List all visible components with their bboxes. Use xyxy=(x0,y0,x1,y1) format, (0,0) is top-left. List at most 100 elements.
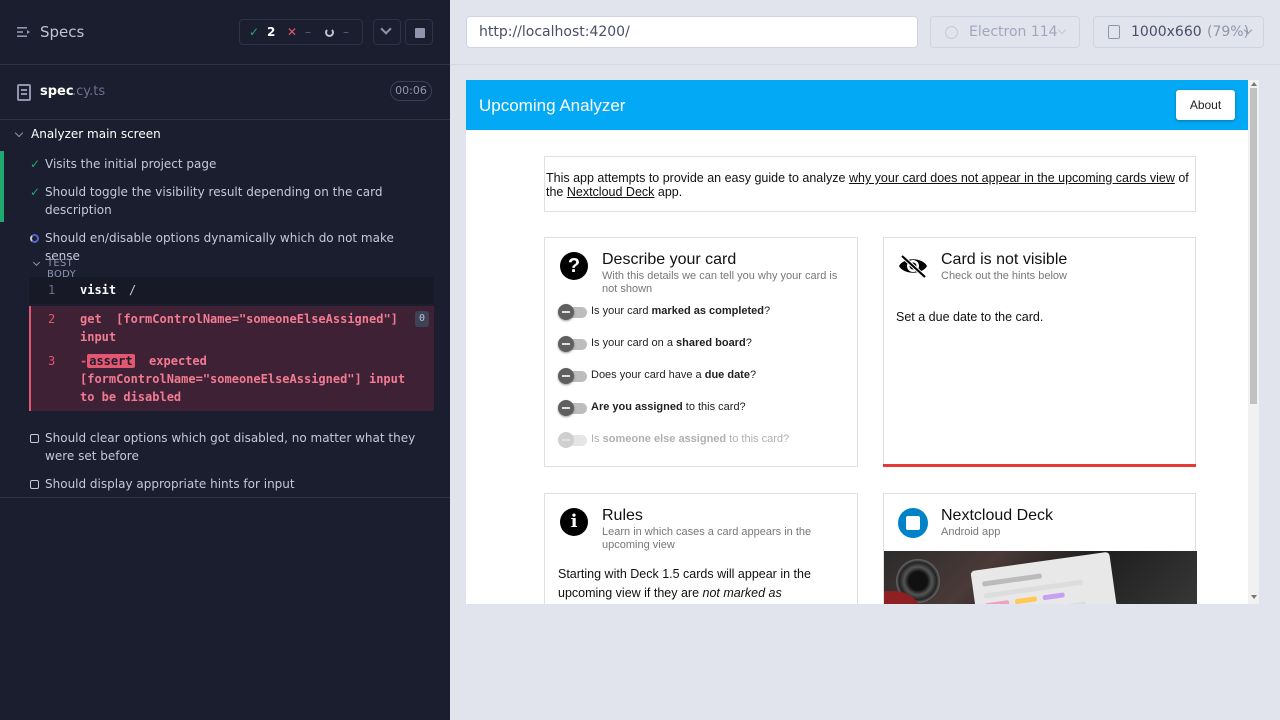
toggle-knob xyxy=(558,368,574,384)
test-title: Should display appropriate hints for inp… xyxy=(45,477,295,491)
url-bar[interactable]: http://localhost:4200/ xyxy=(466,16,918,48)
card-title: Card is not visible xyxy=(941,251,1068,268)
spec-header: spec .cy.ts 00:06 xyxy=(0,66,450,120)
command-number: 3 xyxy=(48,354,56,368)
command-number: 1 xyxy=(48,283,56,297)
failed-count: – xyxy=(305,25,311,39)
command-arg: [formControlName="someoneElseAssigned"] … xyxy=(80,312,398,344)
command-row-get[interactable]: get [formControlName="someoneElseAssigne… xyxy=(80,310,400,346)
test-title: Should clear options which got disabled,… xyxy=(45,431,416,463)
check-icon: ✓ xyxy=(30,157,41,171)
divider xyxy=(450,64,1280,65)
card-subtitle: Android app xyxy=(941,526,1001,538)
stop-button[interactable] xyxy=(405,19,433,45)
phone-image xyxy=(970,551,1122,604)
describe-card: ? Describe your card With this details w… xyxy=(544,237,858,467)
card-title: Describe your card xyxy=(602,251,737,268)
pending-count: – xyxy=(343,25,349,39)
question-icon: ? xyxy=(560,252,588,280)
spec-file-name[interactable]: spec xyxy=(40,84,74,99)
app-scrollbar[interactable] xyxy=(1248,80,1259,604)
chevron-down-icon xyxy=(1057,25,1067,35)
visibility-hint: Set a due date to the card. xyxy=(896,310,1044,324)
intro-text-pre: This app attempts to provide an easy gui… xyxy=(546,171,849,185)
app-toolbar: Upcoming Analyzer About xyxy=(466,80,1248,130)
spec-file-ext[interactable]: .cy.ts xyxy=(72,84,105,99)
toggle-knob xyxy=(558,336,574,352)
about-button[interactable]: About xyxy=(1176,90,1235,120)
assert-tag: assert xyxy=(87,354,135,368)
card-subtitle: With this details we can tell you why yo… xyxy=(602,270,838,295)
toggle-label: Does your card have a due date? xyxy=(591,369,757,381)
test-title: Should toggle the visibility result depe… xyxy=(45,185,383,217)
app-title: Upcoming Analyzer xyxy=(479,96,626,115)
toggle-label: Is your card on a shared board? xyxy=(591,337,752,349)
upcoming-view-link[interactable]: why your card does not appear in the upc… xyxy=(849,171,1175,185)
runner-panel: Specs ✓ 2 ✕ – – spec .cy.ts 00:06 Analyz… xyxy=(0,0,450,720)
scroll-up-icon[interactable] xyxy=(1251,82,1257,86)
deck-app-screenshot xyxy=(884,551,1197,604)
test-title: Should en/disable options dynamically wh… xyxy=(45,231,394,263)
check-icon: ✓ xyxy=(30,185,41,199)
toggle-knob xyxy=(558,304,574,320)
chevron-down-icon xyxy=(380,23,392,35)
pending-square-icon xyxy=(30,434,39,443)
specs-list-icon[interactable] xyxy=(16,24,32,40)
chevron-down-icon xyxy=(32,258,41,267)
card-title: Nextcloud Deck xyxy=(941,507,1054,524)
browser-selector[interactable]: Electron 114 xyxy=(930,16,1080,48)
toggle-knob xyxy=(558,432,574,448)
info-icon: i xyxy=(560,508,588,536)
intro-text-post: app. xyxy=(654,185,683,199)
running-spinner-icon xyxy=(30,234,39,243)
command-row-assert[interactable]: - assert expected [formControlName="someo… xyxy=(80,352,420,406)
app-frame: Upcoming Analyzer About This app attempt… xyxy=(466,80,1259,604)
failed-command-group: 2 get [formControlName="someoneElseAssig… xyxy=(29,306,434,411)
chevron-down-icon xyxy=(14,128,24,138)
command-arg: / xyxy=(129,283,137,297)
toggle-label: Is someone else assigned to this card? xyxy=(591,433,790,445)
scroll-down-icon[interactable] xyxy=(1251,595,1257,599)
passed-check-icon: ✓ xyxy=(249,25,260,39)
command-name: visit xyxy=(80,283,117,297)
passed-count: 2 xyxy=(267,25,276,39)
ruler-icon xyxy=(1108,25,1120,39)
test-stats: ✓ 2 ✕ – – xyxy=(239,19,363,45)
spec-duration: 00:06 xyxy=(390,81,432,101)
viewport-size: 1000x660 xyxy=(1131,24,1202,40)
scroll-thumb[interactable] xyxy=(1250,88,1257,404)
passed-indicator xyxy=(0,151,4,179)
test-title: Visits the initial project page xyxy=(45,157,217,171)
command-name: get xyxy=(80,312,102,326)
deck-card: Nextcloud Deck Android app xyxy=(883,493,1197,604)
eye-off-icon xyxy=(899,254,927,278)
document-icon xyxy=(17,84,31,101)
browser-label: Electron 114 xyxy=(969,24,1058,40)
specs-title[interactable]: Specs xyxy=(40,23,84,41)
stop-icon xyxy=(415,28,425,38)
runner-header: Specs ✓ 2 ✕ – – xyxy=(0,0,450,65)
element-count-badge: 0 xyxy=(415,311,429,327)
viewport-selector[interactable]: 1000x660 (79%) xyxy=(1093,16,1264,48)
pending-spinner-icon xyxy=(325,28,334,37)
nextcloud-deck-link[interactable]: Nextcloud Deck xyxy=(567,185,655,199)
command-row[interactable]: 1 visit / xyxy=(29,277,434,304)
suite-title: Analyzer main screen xyxy=(31,127,161,141)
passed-indicator xyxy=(0,179,4,222)
card-subtitle: Learn in which cases a card appears in t… xyxy=(602,526,812,551)
collapse-button[interactable] xyxy=(373,19,401,45)
failed-x-icon: ✕ xyxy=(287,25,298,39)
nextcloud-deck-icon xyxy=(898,508,928,538)
toggle-knob xyxy=(558,400,574,416)
visibility-card: Card is not visible Check out the hints … xyxy=(883,237,1196,467)
card-title: Rules xyxy=(602,507,643,524)
rules-card: i Rules Learn in which cases a card appe… xyxy=(544,493,858,604)
electron-icon xyxy=(945,26,958,39)
toggle-label: Are you assigned to this card? xyxy=(591,401,746,413)
command-number: 2 xyxy=(48,312,56,326)
viewport-zoom: (79%) xyxy=(1207,24,1250,40)
intro-box: This app attempts to provide an easy gui… xyxy=(544,156,1196,212)
rules-text: Starting with Deck 1.5 cards will appear… xyxy=(558,567,811,600)
divider xyxy=(0,497,450,498)
not-visible-indicator xyxy=(883,464,1196,467)
